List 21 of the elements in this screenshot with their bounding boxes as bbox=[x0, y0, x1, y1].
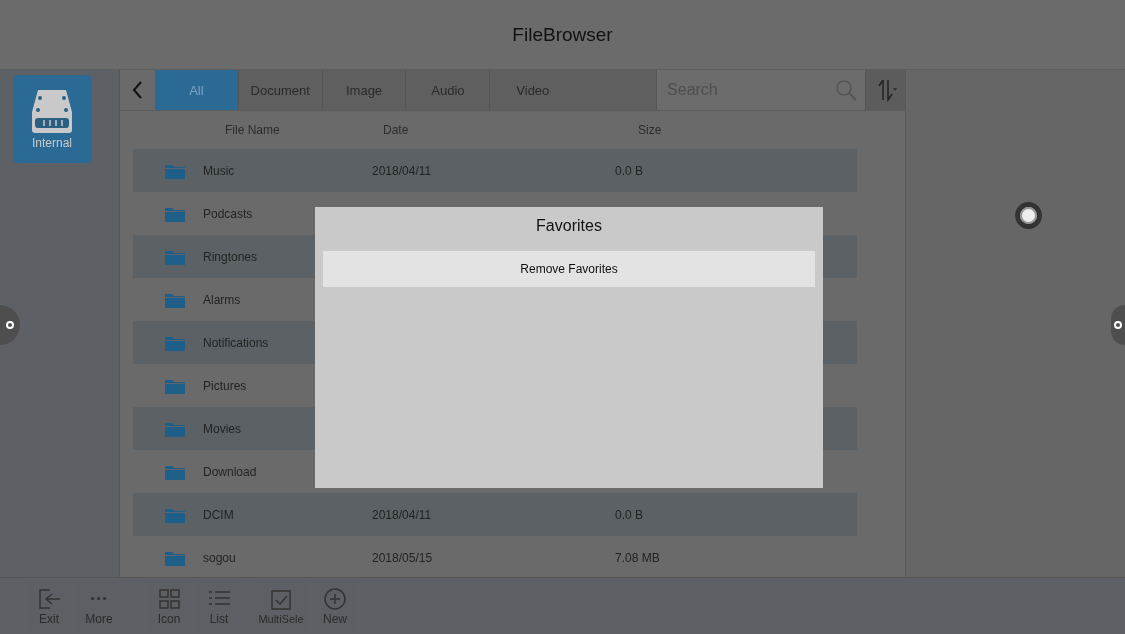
file-date: 2018/04/11 bbox=[372, 163, 433, 178]
column-header: Date bbox=[383, 123, 410, 137]
file-size: 0.0 B bbox=[615, 507, 644, 522]
file-name: Pictures bbox=[203, 378, 248, 393]
file-name: Alarms bbox=[203, 292, 242, 307]
file-name: Download bbox=[203, 464, 258, 479]
file-name: Podcasts bbox=[203, 206, 254, 221]
dialog-title: Favorites bbox=[535, 215, 603, 236]
file-name: Notifications bbox=[203, 335, 270, 350]
file-date: 2018/05/15 bbox=[372, 550, 434, 565]
column-header: Size bbox=[638, 123, 662, 137]
file-name: Ringtones bbox=[203, 249, 259, 264]
file-name: Music bbox=[203, 163, 236, 178]
file-name: Movies bbox=[203, 421, 242, 436]
file-name: sogou bbox=[203, 550, 237, 565]
column-header: File Name bbox=[225, 123, 281, 137]
file-name: DCIM bbox=[203, 507, 235, 522]
file-size: 0.0 B bbox=[615, 163, 644, 178]
window-title: FileBrowser bbox=[512, 23, 613, 46]
file-date: 2018/04/11 bbox=[372, 507, 433, 522]
file-size: 7.08 MB bbox=[615, 550, 660, 565]
